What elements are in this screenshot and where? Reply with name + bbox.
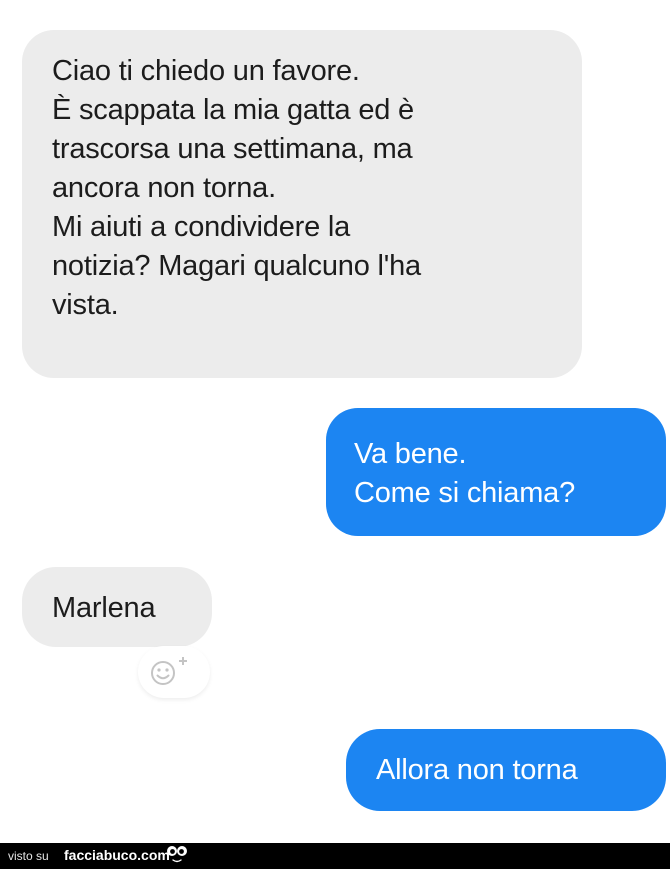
- message-text-line: trascorsa una settimana, ma: [52, 133, 413, 165]
- chat-conversation: Ciao ti chiedo un favore. È scappata la …: [0, 0, 670, 843]
- message-text-line: Allora non torna: [376, 754, 578, 786]
- add-reaction-smiley-icon: [151, 657, 187, 685]
- facciabuco-logo-icon: [167, 846, 187, 863]
- message-text-line: Ciao ti chiedo un favore.: [52, 55, 360, 87]
- message-text-line: Mi aiuti a condividere la: [52, 211, 351, 243]
- message-text-line: vista.: [52, 289, 119, 321]
- message-text-line: Marlena: [52, 592, 156, 624]
- message-text-line: Come si chiama?: [354, 477, 576, 509]
- incoming-message-bubble[interactable]: Marlena: [22, 567, 212, 647]
- add-reaction-button[interactable]: [138, 646, 210, 698]
- message-text-line: È scappata la mia gatta ed è: [52, 94, 414, 126]
- outgoing-message-bubble[interactable]: Va bene. Come si chiama?: [326, 408, 666, 536]
- incoming-message-bubble[interactable]: Ciao ti chiedo un favore. È scappata la …: [22, 30, 582, 378]
- footer-prefix-text: visto su: [8, 849, 49, 863]
- watermark-footer: visto su facciabuco.com: [0, 843, 670, 869]
- footer-site-name: facciabuco.com: [64, 847, 170, 863]
- message-text-line: notizia? Magari qualcuno l'ha: [52, 250, 421, 282]
- message-text-line: Va bene.: [354, 438, 467, 470]
- message-text-line: ancora non torna.: [52, 172, 276, 204]
- outgoing-message-bubble[interactable]: Allora non torna: [346, 729, 666, 811]
